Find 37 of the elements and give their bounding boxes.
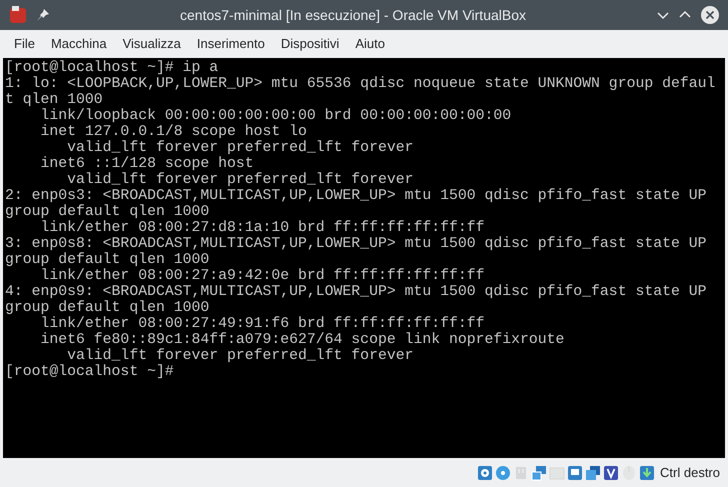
- console-line: 3: enp0s8: <BROADCAST,MULTICAST,UP,LOWER_UP> mtu 1500 qdisc pfifo_fast state UP: [4, 236, 708, 252]
- console-line: 2: enp0s3: <BROADCAST,MULTICAST,UP,LOWER_UP> mtu 1500 qdisc pfifo_fast state UP: [4, 188, 708, 204]
- host-key-label: Ctrl destro: [660, 464, 720, 482]
- console-line: group default qlen 1000: [4, 204, 210, 220]
- menu-item[interactable]: Dispositivi: [272, 34, 348, 54]
- download-icon[interactable]: [639, 464, 656, 480]
- console-line: inet 127.0.0.1/8 scope host lo: [40, 124, 308, 140]
- console-line: group default qlen 1000: [4, 300, 210, 316]
- close-icon[interactable]: [700, 5, 720, 25]
- menu-item[interactable]: File: [6, 34, 43, 54]
- menu-item[interactable]: Aiuto: [347, 34, 393, 54]
- console-line: valid_lft forever preferred_lft forever: [66, 172, 414, 188]
- pin-icon[interactable]: [36, 8, 50, 22]
- console-line: link/ether 08:00:27:49:91:f6 brd ff:ff:ff:ff:ff:ff: [40, 316, 486, 332]
- window-title: centos7-minimal [In esecuzione] - Oracle VM VirtualBox: [180, 6, 526, 25]
- console-line: link/ether 08:00:27:a9:42:0e brd ff:ff:ff:ff:ff:ff: [40, 268, 486, 284]
- console-line: link/loopback 00:00:00:00:00:00 brd 00:00:00:00:00:00: [40, 108, 512, 124]
- console-line: link/ether 08:00:27:d8:1a:10 brd ff:ff:ff:ff:ff:ff: [40, 220, 486, 236]
- network-icon[interactable]: [531, 464, 548, 480]
- console-line: valid_lft forever preferred_lft forever: [66, 140, 414, 156]
- console-line: 4: enp0s9: <BROADCAST,MULTICAST,UP,LOWER_UP> mtu 1500 qdisc pfifo_fast state UP: [4, 284, 708, 300]
- chip-icon[interactable]: [603, 464, 620, 480]
- console-line: valid_lft forever preferred_lft forever: [66, 348, 414, 364]
- console-line: group default qlen 1000: [4, 252, 210, 268]
- menu-item[interactable]: Macchina: [42, 34, 115, 54]
- screens-icon[interactable]: [585, 464, 602, 480]
- menu-item[interactable]: Visualizza: [114, 34, 189, 54]
- console-line: inet6 ::1/128 scope host: [40, 156, 255, 172]
- console-line: 1: lo: <LOOPBACK,UP,LOWER_UP> mtu 65536 qdisc noqueue state UNKNOWN group defaul: [4, 76, 716, 92]
- app-icon: [8, 5, 28, 25]
- console-line: t qlen 1000: [4, 92, 104, 108]
- console-line: [root@localhost ~]#: [4, 364, 175, 380]
- menu-item[interactable]: Inserimento: [188, 34, 273, 54]
- display-icon[interactable]: [567, 464, 584, 480]
- console-line: inet6 fe80::89c1:84ff:a079:e627/64 scope link noprefixroute: [40, 332, 566, 348]
- disc-icon[interactable]: [495, 464, 512, 480]
- console-line: [root@localhost ~]# ip a: [4, 60, 220, 76]
